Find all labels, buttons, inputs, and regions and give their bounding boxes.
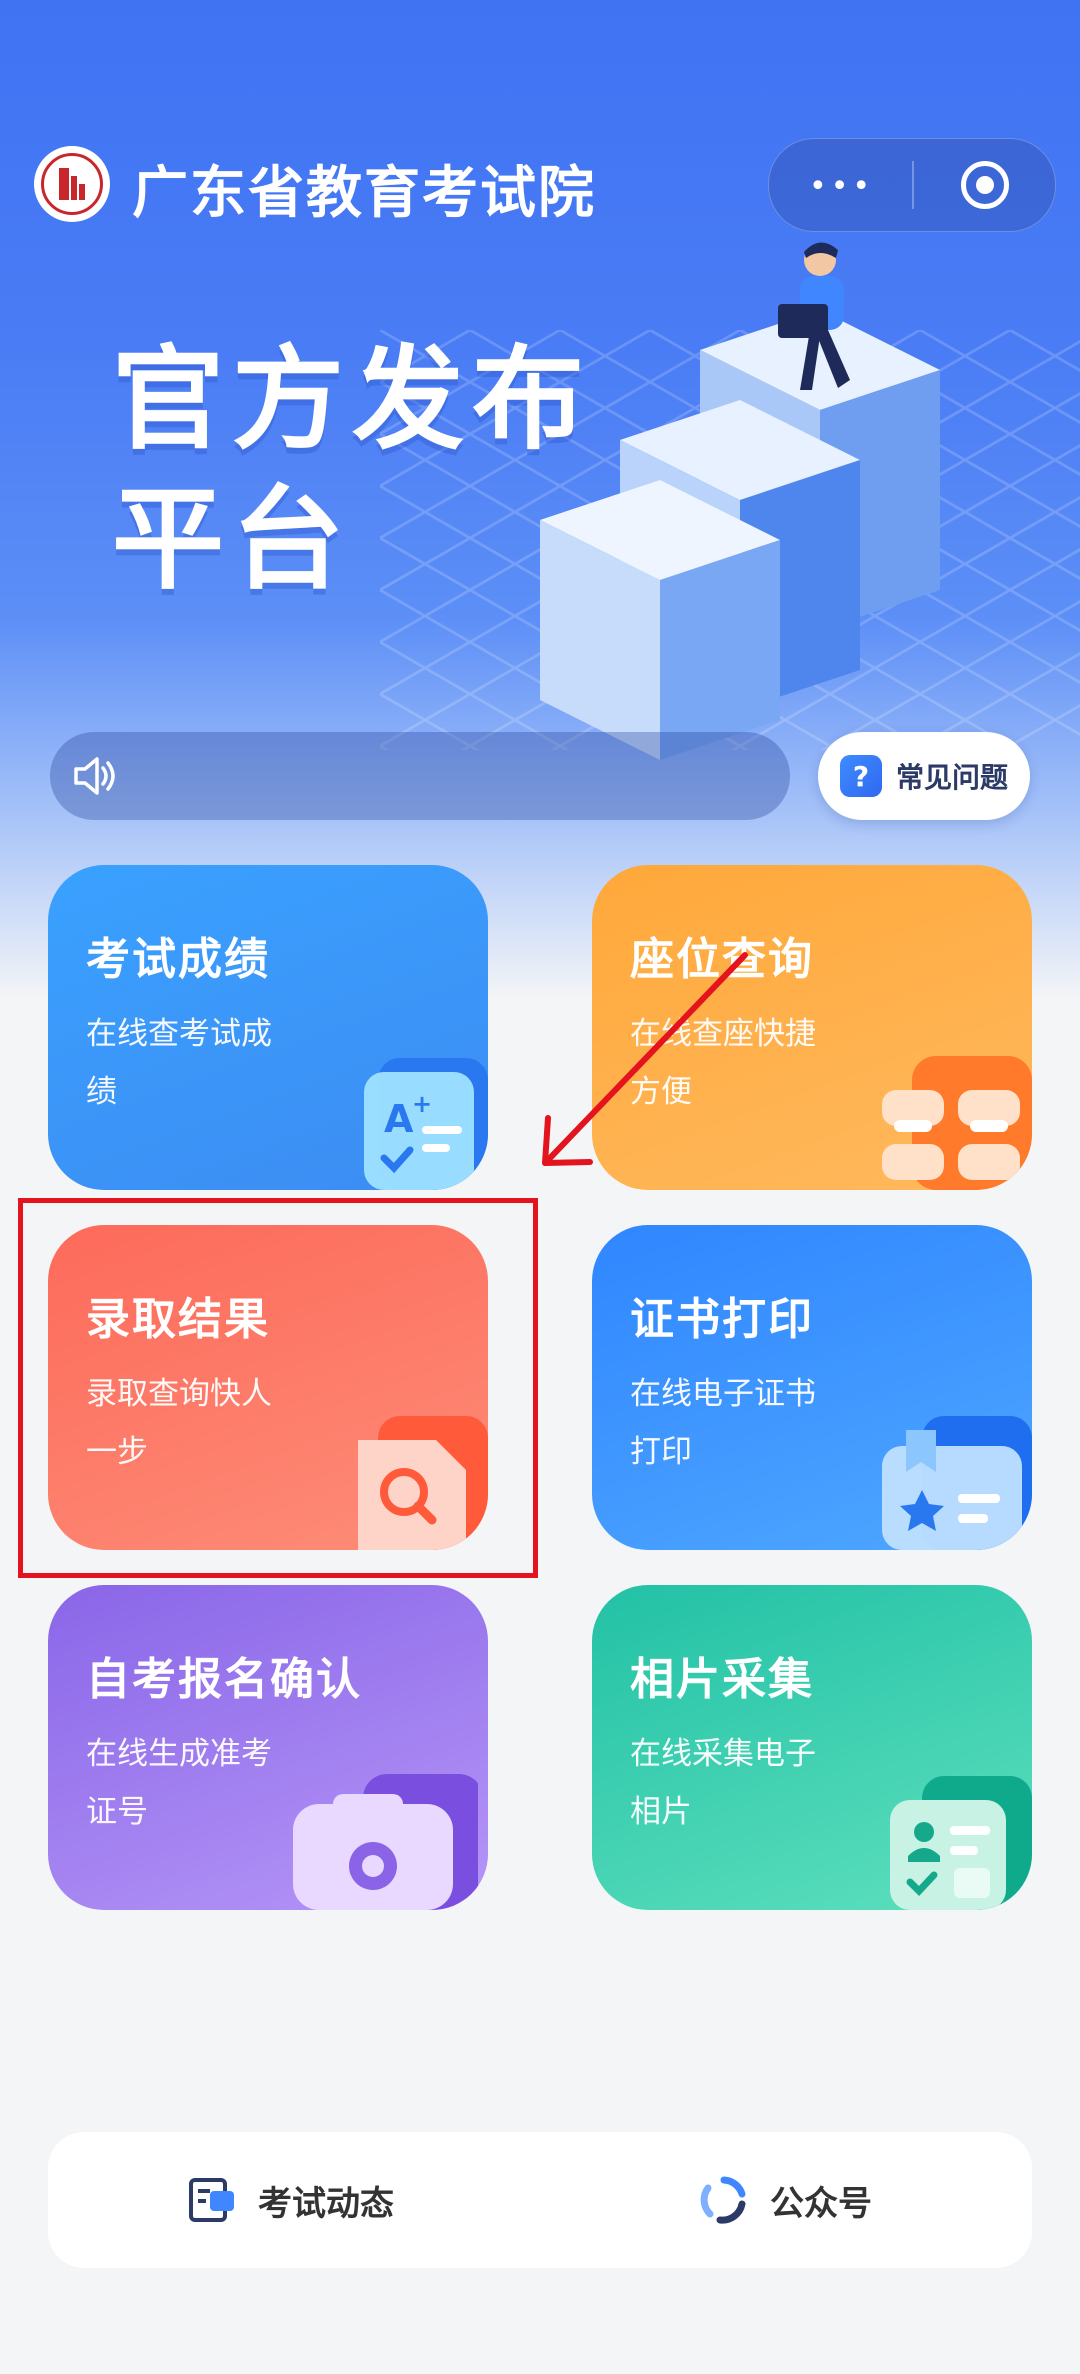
exam-score-icon: A + [364,1058,488,1190]
card-photo-collect[interactable]: 相片采集 在线采集电子相片 [592,1585,1032,1910]
official-account-icon [700,2176,746,2224]
miniprogram-capsule: ••• [768,138,1056,232]
institute-logo [34,146,110,222]
exam-news-button[interactable]: 考试动态 [188,2132,394,2268]
hero-illustration [540,242,940,760]
certificate-icon [882,1416,1032,1550]
faq-button[interactable]: ? 常见问题 [818,732,1030,820]
card-desc: 在线电子证书打印 [630,1376,816,1470]
announcement-bar[interactable] [50,732,790,820]
card-desc: 在线采集电子相片 [630,1736,816,1830]
svg-text:A: A [384,1097,414,1141]
card-title: 相片采集 [630,1654,814,1705]
card-desc: 在线查座快捷方便 [630,1016,816,1110]
question-icon: ? [839,755,882,797]
photo-collect-icon [890,1776,1032,1910]
news-icon [189,2178,234,2222]
card-desc: 在线查考试成绩 [86,1016,272,1110]
card-title: 座位查询 [630,934,814,985]
card-exam-score[interactable]: 考试成绩 在线查考试成绩 A + [48,865,488,1190]
bottom-action-bar: 考试动态 公众号 [48,2132,1032,2268]
card-selfstudy-confirm[interactable]: 自考报名确认 在线生成准考证号 [48,1585,488,1910]
hero-banner: 广东省教育考试院 ••• 官方发布 平台 ? 常见问题 [0,0,1080,1000]
close-miniprogram-icon[interactable] [961,161,1009,209]
card-certificate-print[interactable]: 证书打印 在线电子证书打印 [592,1225,1032,1550]
seat-query-icon [882,1056,1032,1190]
card-desc: 在线生成准考证号 [86,1736,272,1830]
official-account-button[interactable]: 公众号 [698,2132,872,2268]
camera-icon [293,1774,478,1910]
card-seat-query[interactable]: 座位查询 在线查座快捷方便 [592,865,1032,1190]
card-title: 考试成绩 [86,934,270,985]
more-menu-icon[interactable]: ••• [809,169,874,204]
faq-label: 常见问题 [895,761,1008,794]
app-title: 广东省教育考试院 [132,161,596,226]
annotation-highlight-box [18,1198,538,1578]
exam-news-label: 考试动态 [258,2183,394,2224]
svg-text:+: + [412,1090,432,1118]
card-title: 自考报名确认 [86,1654,362,1705]
card-title: 证书打印 [630,1294,814,1345]
speaker-icon [74,757,115,795]
official-account-label: 公众号 [770,2183,872,2224]
